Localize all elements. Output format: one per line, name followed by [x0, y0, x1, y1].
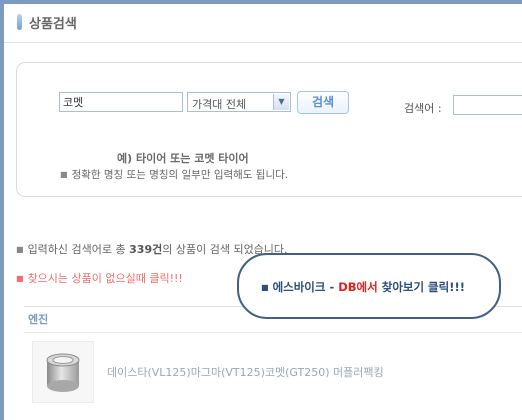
product-thumbnail[interactable]: [32, 341, 94, 403]
price-range-value: 가격대 전체: [192, 98, 247, 111]
product-name-link[interactable]: 데이스타(VL125)마그마(VT125)코멧(GT250) 머플러팩킹: [107, 364, 384, 380]
callout-db: DB에서: [338, 280, 378, 294]
title-bar: 상품검색: [4, 4, 522, 43]
callout-part1: 에스바이크 -: [272, 280, 339, 294]
page: 상품검색 가격대 전체 ▼ 검색 검색어 : 예) 타이어 또는 코멧 타이어 …: [4, 4, 522, 420]
keyword-input-secondary[interactable]: [453, 95, 522, 115]
result-summary: ■ 입력하신 검색어로 총 339건의 상품이 검색 되었습니다.: [16, 241, 288, 257]
callout-part2: 찾아보기 클릭!!!: [377, 280, 465, 294]
keyword-input[interactable]: [59, 92, 183, 112]
bullet-square-icon: ■: [16, 245, 24, 254]
search-hint-text: 정확한 명칭 또는 명칭의 일부만 입력해도 됩니다.: [71, 169, 289, 181]
chevron-down-icon[interactable]: ▼: [273, 94, 289, 110]
callout-text[interactable]: ■ 에스바이크 - DB에서 찾아보기 클릭!!!: [261, 279, 465, 295]
category-divider-bottom: [24, 332, 522, 333]
bullet-square-icon: ■: [16, 274, 24, 283]
price-range-select[interactable]: 가격대 전체 ▼: [187, 92, 291, 112]
search-example: 예) 타이어 또는 코멧 타이어: [117, 152, 249, 165]
bullet-square-icon: ■: [60, 170, 68, 179]
page-title: 상품검색: [29, 17, 77, 32]
result-count: 339건: [129, 243, 163, 256]
db-search-callout[interactable]: ■ 에스바이크 - DB에서 찾아보기 클릭!!!: [237, 253, 501, 319]
bullet-square-icon: ■: [261, 283, 269, 292]
search-hint: ■ 정확한 명칭 또는 명칭의 일부만 입력해도 됩니다.: [60, 167, 288, 182]
muffler-packing-icon: [46, 353, 80, 392]
keyword-label: 검색어 :: [404, 102, 442, 115]
title-marker-icon: [17, 14, 22, 30]
category-label: 엔진: [28, 313, 49, 326]
result-prefix: 입력하신 검색어로 총: [27, 243, 126, 256]
not-found-text[interactable]: 찾으시는 상품이 없으실때 클릭!!!: [28, 272, 183, 285]
search-button[interactable]: 검색: [297, 91, 349, 114]
not-found-link[interactable]: ■ 찾으시는 상품이 없으실때 클릭!!!: [16, 270, 183, 286]
